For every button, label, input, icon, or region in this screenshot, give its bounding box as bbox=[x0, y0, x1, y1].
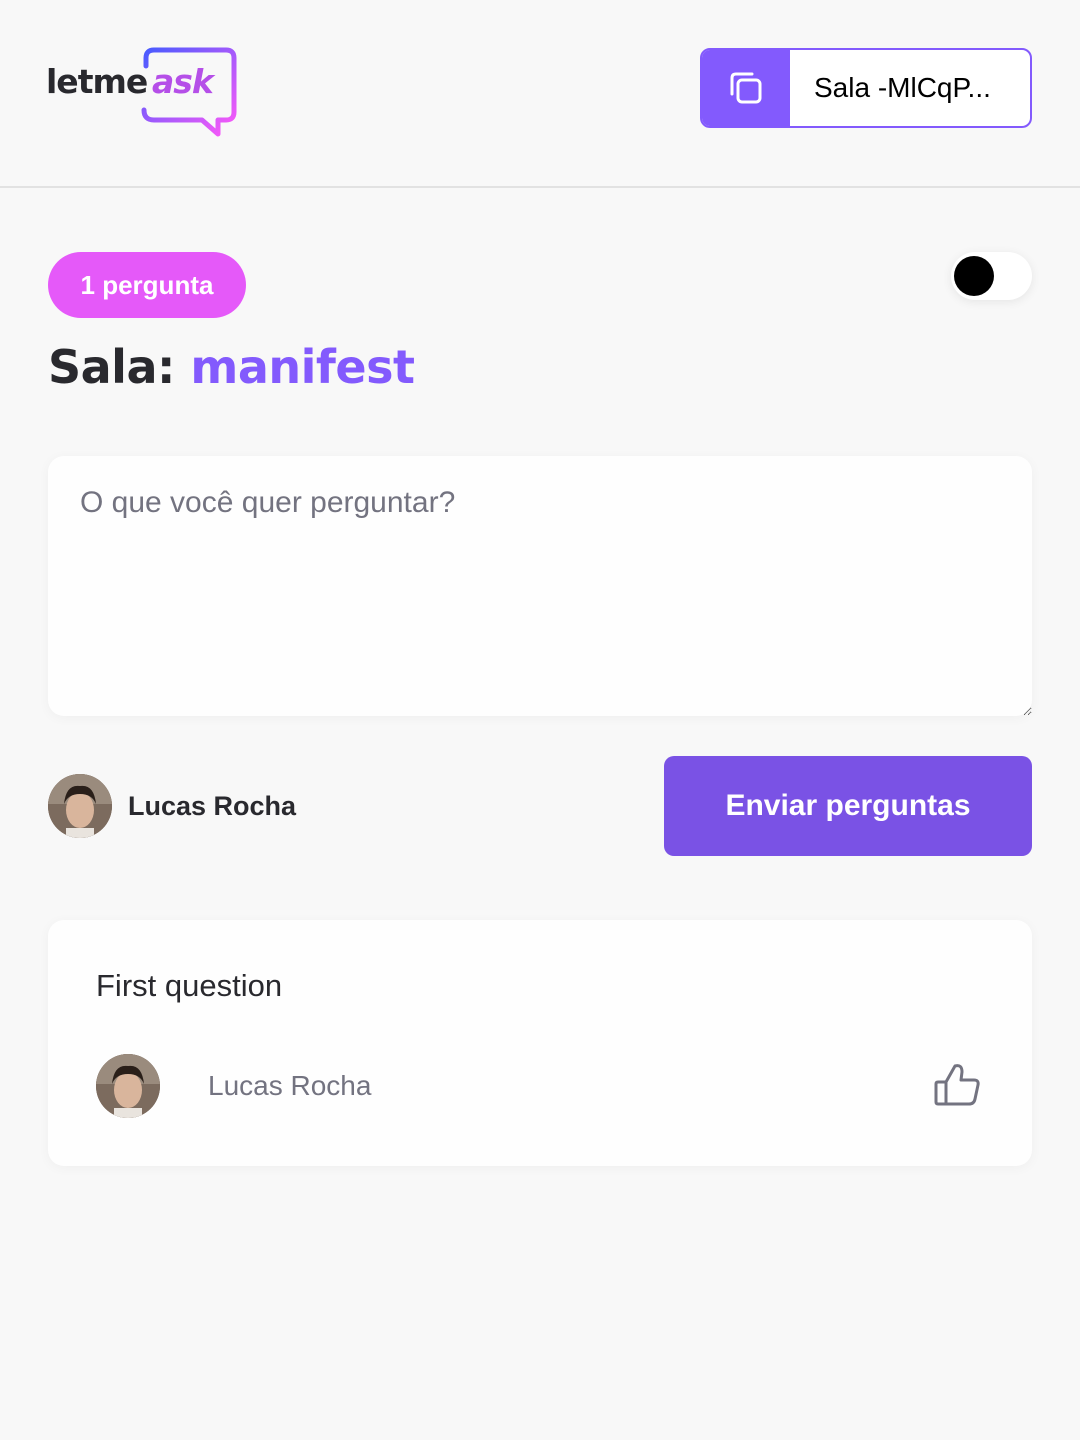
theme-toggle[interactable] bbox=[951, 252, 1032, 300]
letmeask-logo[interactable]: letme ask bbox=[46, 46, 240, 140]
question-input[interactable] bbox=[48, 456, 1032, 716]
question-count-badge: 1 pergunta bbox=[48, 252, 246, 318]
logo-text-letme: letme bbox=[46, 62, 148, 101]
copy-icon bbox=[730, 72, 762, 104]
room-name: manifest bbox=[190, 340, 415, 394]
page-title: Sala: manifest bbox=[48, 340, 415, 394]
avatar bbox=[96, 1054, 160, 1118]
question-content: First question bbox=[96, 968, 283, 1003]
room-code-text: Sala -MlCqP... bbox=[814, 72, 991, 103]
room-code-button[interactable]: Sala -MlCqP... bbox=[700, 48, 1032, 128]
copy-icon-box bbox=[702, 50, 790, 126]
title-prefix: Sala: bbox=[48, 340, 175, 394]
header: letme ask Sala -MlCqP... bbox=[0, 0, 1080, 188]
logo-text-ask: ask bbox=[152, 62, 214, 101]
like-button[interactable] bbox=[928, 1056, 990, 1118]
like-icon bbox=[934, 1064, 980, 1106]
send-question-button[interactable]: Enviar perguntas bbox=[664, 756, 1032, 856]
avatar-photo bbox=[96, 1054, 160, 1118]
toggle-knob bbox=[954, 256, 994, 296]
question-form bbox=[48, 456, 1032, 716]
question-card: First question Lucas Rocha bbox=[48, 920, 1032, 1166]
current-user-info: Lucas Rocha bbox=[48, 774, 296, 838]
current-user-name: Lucas Rocha bbox=[128, 790, 297, 821]
avatar-photo bbox=[48, 774, 112, 838]
question-author: Lucas Rocha bbox=[96, 1054, 371, 1118]
avatar bbox=[48, 774, 112, 838]
author-name: Lucas Rocha bbox=[208, 1070, 372, 1101]
